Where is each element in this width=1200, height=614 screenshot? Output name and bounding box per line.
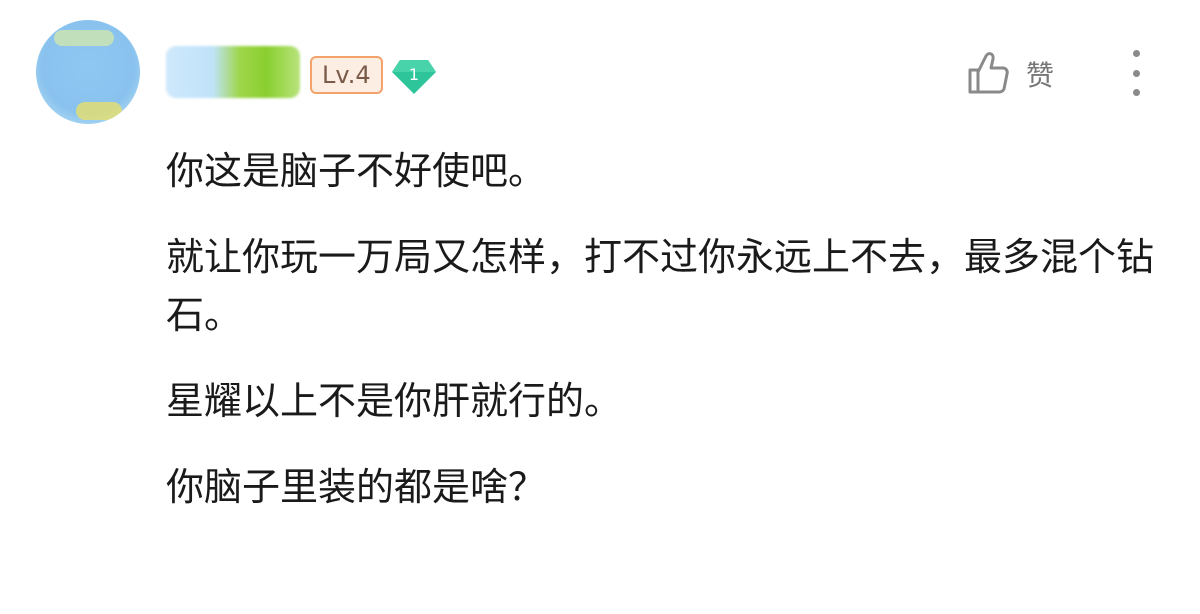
comment-paragraph: 你脑子里装的都是啥？ (166, 465, 547, 509)
thumbs-up-icon[interactable] (966, 50, 1010, 96)
badge-number: 1 (409, 65, 419, 84)
dot (1132, 69, 1140, 77)
level-badge: Lv.4 (310, 56, 383, 94)
more-vertical-icon[interactable] (1128, 50, 1144, 96)
avatar-image-detail (76, 102, 122, 120)
like-label[interactable]: 赞 (1026, 56, 1054, 96)
avatar-image-detail (54, 30, 114, 46)
username-obscured[interactable] (166, 46, 300, 98)
comment-paragraph: 你这是脑子不好使吧。 (166, 149, 547, 193)
avatar[interactable] (36, 20, 140, 124)
level-text: Lv.4 (322, 61, 371, 89)
dot (1132, 89, 1140, 96)
diamond-icon: 1 (392, 60, 436, 94)
dot (1132, 50, 1140, 57)
comment-paragraph: 星耀以上不是你肝就行的。 (166, 379, 623, 423)
comment-paragraph: 就让你玩一万局又怎样，打不过你永远上不去，最多混个钻石。 (166, 235, 1155, 337)
diamond-badge-icon: 1 (390, 56, 438, 96)
comment-text: 你这是脑子不好使吧。 就让你玩一万局又怎样，打不过你永远上不去，最多混个钻石。 … (166, 142, 1156, 516)
